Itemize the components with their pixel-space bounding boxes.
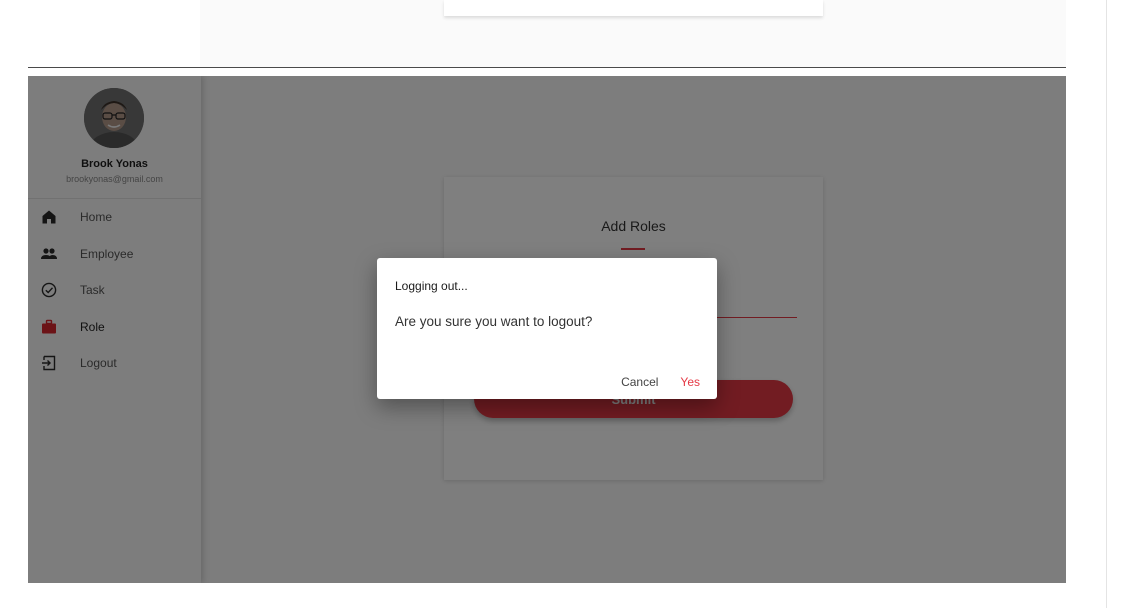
confirm-logout-button[interactable]: Yes [669, 373, 703, 391]
logout-dialog: Logging out... Are you sure you want to … [377, 258, 717, 399]
vertical-scrollbar[interactable] [1106, 0, 1122, 608]
dialog-title: Logging out... [395, 279, 468, 293]
cancel-button[interactable]: Cancel [610, 373, 669, 391]
previous-card-bottom-edge [444, 0, 823, 16]
dialog-actions: Cancel Yes [610, 373, 703, 391]
previous-screen-fragment [0, 0, 1122, 76]
screen-divider [28, 67, 1066, 68]
dialog-message: Are you sure you want to logout? [395, 314, 593, 329]
